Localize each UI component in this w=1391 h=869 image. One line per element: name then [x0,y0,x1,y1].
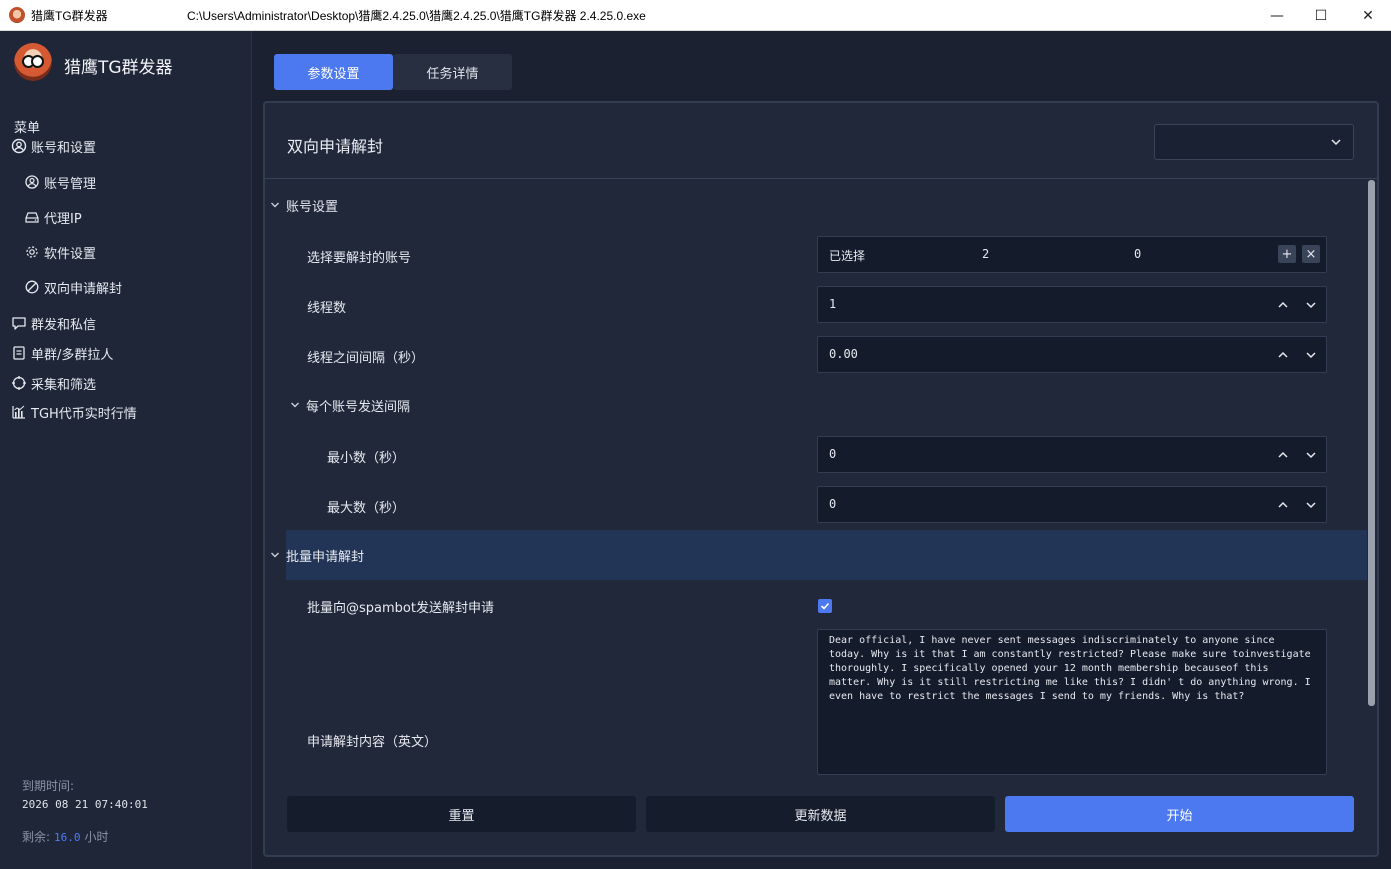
remaining-time: 剩余: 16.0 小时 [22,828,109,845]
section-batch-unban[interactable]: 批量申请解封 [269,544,364,566]
max-interval-value: 0 [829,497,837,511]
window-path: C:\Users\Administrator\Desktop\猎鹰2.4.25.… [187,8,646,23]
gear-icon [26,246,38,258]
max-interval-spinbox[interactable]: 0 [817,486,1327,523]
panel-scrollbar[interactable] [1368,180,1375,706]
sidebar-item-collect-filter[interactable]: 采集和筛选 [11,372,96,394]
selected-count-b: 0 [1134,247,1142,261]
sidebar-item-label: 群发和私信 [31,317,97,333]
menu-title: 菜单 [14,121,41,136]
spambot-checkbox[interactable] [818,599,832,613]
minimize-button[interactable]: — [1254,0,1300,31]
window-app-name: 猎鹰TG群发器 [31,8,108,23]
expire-label: 到期时间: [22,779,75,793]
add-account-button[interactable]: + [1278,245,1296,263]
remain-unit: 小时 [84,830,109,844]
select-accounts-field[interactable]: 已选择 2 0 + × [817,236,1327,273]
chat-bubble-icon [12,317,26,330]
close-button[interactable]: ✕ [1345,0,1391,31]
maximize-button[interactable]: ☐ [1298,0,1344,31]
thread-interval-spinbox[interactable]: 0.00 [817,336,1327,373]
chevron-up-icon[interactable] [1274,496,1292,514]
chevron-down-icon[interactable] [1302,446,1320,464]
section-title: 账号设置 [286,199,339,215]
threads-value: 1 [829,297,837,311]
spambot-label: 批量向@spambot发送解封申请 [307,601,494,616]
chevron-down-icon[interactable] [1302,346,1320,364]
max-interval-label: 最大数（秒） [327,501,406,516]
selected-count-a: 2 [982,247,990,261]
section-per-account-interval[interactable]: 每个账号发送间隔 [289,394,410,416]
window-titlebar: 猎鹰TG群发器 C:\Users\Administrator\Desktop\猎… [0,0,1391,31]
user-circle-icon [11,138,27,154]
unban-content-label: 申请解封内容（英文） [307,735,438,750]
remain-value: 16.0 [54,831,81,844]
chevron-up-icon[interactable] [1274,296,1292,314]
panel-divider [265,178,1377,179]
reset-button[interactable]: 重置 [287,796,636,832]
sidebar-item-label: 代理IP [44,211,82,227]
app-owl-icon [9,7,25,23]
chevron-up-icon[interactable] [1274,446,1292,464]
document-icon [13,346,25,360]
sidebar-item-label: 账号和设置 [31,140,97,156]
expire-value: 2026 08 21 07:40:01 [22,798,148,811]
section-account-settings[interactable]: 账号设置 [269,194,338,216]
section-title: 每个账号发送间隔 [306,399,411,415]
section-title: 批量申请解封 [286,549,365,565]
sidebar-item-label: 单群/多群拉人 [31,347,114,363]
crosshair-icon [12,376,26,390]
sidebar-item-label: 账号管理 [44,176,97,192]
threads-spinbox[interactable]: 1 [817,286,1327,323]
remain-label: 剩余: [22,830,51,844]
brand-title: 猎鹰TG群发器 [64,58,173,78]
chevron-down-icon [1331,139,1341,146]
refresh-data-button[interactable]: 更新数据 [646,796,995,832]
select-accounts-label: 选择要解封的账号 [307,251,412,266]
tab-task-details[interactable]: 任务详情 [393,54,512,90]
chevron-up-icon[interactable] [1274,346,1292,364]
sidebar-item-label: 双向申请解封 [44,281,123,297]
sidebar-item-group-invite[interactable]: 单群/多群拉人 [11,342,113,364]
unban-content-textarea[interactable]: Dear official, I have never sent message… [817,629,1327,775]
user-circle-icon [25,175,39,189]
owl-logo-icon [14,43,52,81]
chevron-down-icon[interactable] [1302,296,1320,314]
threads-label: 线程数 [307,301,347,316]
sidebar-item-token-market[interactable]: TGH代币实时行情 [11,401,137,423]
sidebar-item-unban-request[interactable]: 双向申请解封 [24,276,122,298]
bar-chart-icon [12,405,25,419]
chevron-down-icon [291,402,299,408]
sidebar: 猎鹰TG群发器 菜单 账号和设置 账号管理 代理IP 软件设置 双向申请解封 群… [0,31,252,869]
selected-prefix: 已选择 [829,249,866,263]
checkmark-icon [820,602,830,610]
thread-interval-label: 线程之间间隔（秒） [307,351,425,366]
panel-title: 双向申请解封 [287,137,384,156]
min-interval-value: 0 [829,447,837,461]
chevron-down-icon [271,552,279,558]
min-interval-label: 最小数（秒） [327,451,406,466]
sidebar-item-label: TGH代币实时行情 [31,406,137,422]
section-highlight [286,530,1367,580]
clear-account-button[interactable]: × [1302,245,1320,263]
panel-dropdown[interactable] [1154,124,1354,160]
tab-parameters[interactable]: 参数设置 [274,54,393,90]
server-icon [25,212,39,223]
settings-panel: 双向申请解封 账号设置 选择要解封的账号 已选择 2 0 + × 线程数 1 线… [263,101,1379,857]
sidebar-item-label: 软件设置 [44,246,97,262]
chevron-down-icon [271,202,279,208]
sidebar-item-proxy-ip[interactable]: 代理IP [24,206,82,228]
start-button[interactable]: 开始 [1005,796,1354,832]
thread-interval-value: 0.00 [829,347,858,361]
sidebar-item-account-settings[interactable]: 账号和设置 [11,135,96,157]
min-interval-spinbox[interactable]: 0 [817,436,1327,473]
sidebar-item-software-settings[interactable]: 软件设置 [24,241,96,263]
sidebar-item-account-management[interactable]: 账号管理 [24,171,96,193]
sidebar-item-label: 采集和筛选 [31,377,97,393]
chevron-down-icon[interactable] [1302,496,1320,514]
ban-icon [25,280,39,294]
sidebar-item-mass-message[interactable]: 群发和私信 [11,312,96,334]
